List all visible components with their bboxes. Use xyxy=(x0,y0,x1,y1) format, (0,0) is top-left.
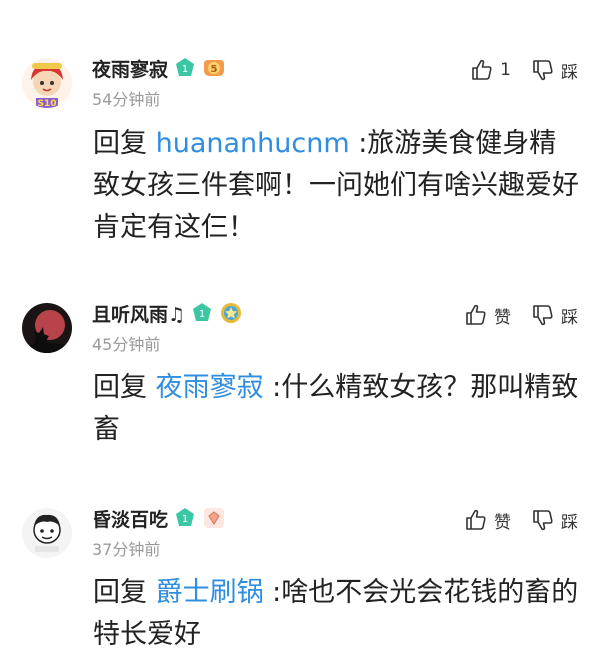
reply-prefix: 回复 xyxy=(93,577,156,608)
like-button[interactable]: 1 xyxy=(470,58,511,82)
level-badge: 1 xyxy=(176,508,195,526)
avatar[interactable] xyxy=(22,508,72,558)
user-info: 夜雨寥寂 1 5 xyxy=(92,55,226,81)
svg-text:1: 1 xyxy=(182,64,188,75)
comment-actions: 赞 踩 xyxy=(464,302,578,328)
avatar-image: S10 xyxy=(22,58,72,108)
dislike-button[interactable]: 踩 xyxy=(531,303,578,328)
avatar-label: S10 xyxy=(37,99,56,108)
medal-badge: 5 xyxy=(204,60,225,76)
comment-text[interactable]: 回复 爵士刷锅 :啥也不会光会花钱的畜的特长爱好 xyxy=(93,572,583,656)
mention-link[interactable]: 夜雨寥寂 xyxy=(156,372,264,403)
thumbs-down-icon xyxy=(533,510,553,531)
user-info: 昏淡百吃 1 xyxy=(92,505,226,531)
medal-badge xyxy=(204,508,225,528)
dislike-label: 踩 xyxy=(561,512,578,533)
avatar[interactable] xyxy=(22,303,72,353)
level-badge: 1 xyxy=(176,58,195,76)
mention-link[interactable]: huananhucnm xyxy=(156,128,350,159)
timestamp: 45分钟前 xyxy=(92,335,161,354)
comment-actions: 1 踩 xyxy=(470,57,578,83)
medal-badge xyxy=(221,303,242,323)
username[interactable]: 夜雨寥寂 xyxy=(92,55,168,82)
svg-text:1: 1 xyxy=(199,309,205,320)
dislike-button[interactable]: 踩 xyxy=(531,508,578,533)
reply-prefix: 回复 xyxy=(93,372,156,403)
like-button[interactable]: 赞 xyxy=(464,303,511,328)
timestamp: 37分钟前 xyxy=(92,540,161,559)
thumbs-up-icon xyxy=(466,509,486,530)
comment-text[interactable]: 回复 huananhucnm :旅游美食健身精致女孩三件套啊！一问她们有啥兴趣爱… xyxy=(93,123,583,249)
timestamp: 54分钟前 xyxy=(92,90,161,109)
thumbs-down-icon xyxy=(533,305,553,326)
username[interactable]: 且听风雨♫ xyxy=(92,300,185,327)
thumbs-down-icon xyxy=(533,60,553,81)
reply-prefix: 回复 xyxy=(93,128,156,159)
like-button[interactable]: 赞 xyxy=(464,508,511,533)
comment-actions: 赞 踩 xyxy=(464,507,578,533)
thumbs-up-icon xyxy=(466,304,486,325)
like-label: 赞 xyxy=(494,307,511,328)
avatar-image xyxy=(22,508,72,558)
svg-text:5: 5 xyxy=(211,64,218,75)
svg-text:1: 1 xyxy=(182,514,188,525)
dislike-label: 踩 xyxy=(561,307,578,328)
avatar[interactable]: S10 xyxy=(22,58,72,108)
comment-text[interactable]: 回复 夜雨寥寂 :什么精致女孩？那叫精致畜 xyxy=(93,367,583,451)
avatar-image xyxy=(22,303,72,353)
mention-link[interactable]: 爵士刷锅 xyxy=(156,577,264,608)
user-info: 且听风雨♫ 1 xyxy=(92,300,243,326)
dislike-button[interactable]: 踩 xyxy=(531,58,578,83)
username[interactable]: 昏淡百吃 xyxy=(92,505,168,532)
level-badge: 1 xyxy=(193,303,212,321)
thumbs-up-icon xyxy=(472,59,492,80)
dislike-label: 踩 xyxy=(561,62,578,83)
like-count: 1 xyxy=(500,60,511,80)
like-label: 赞 xyxy=(494,512,511,533)
